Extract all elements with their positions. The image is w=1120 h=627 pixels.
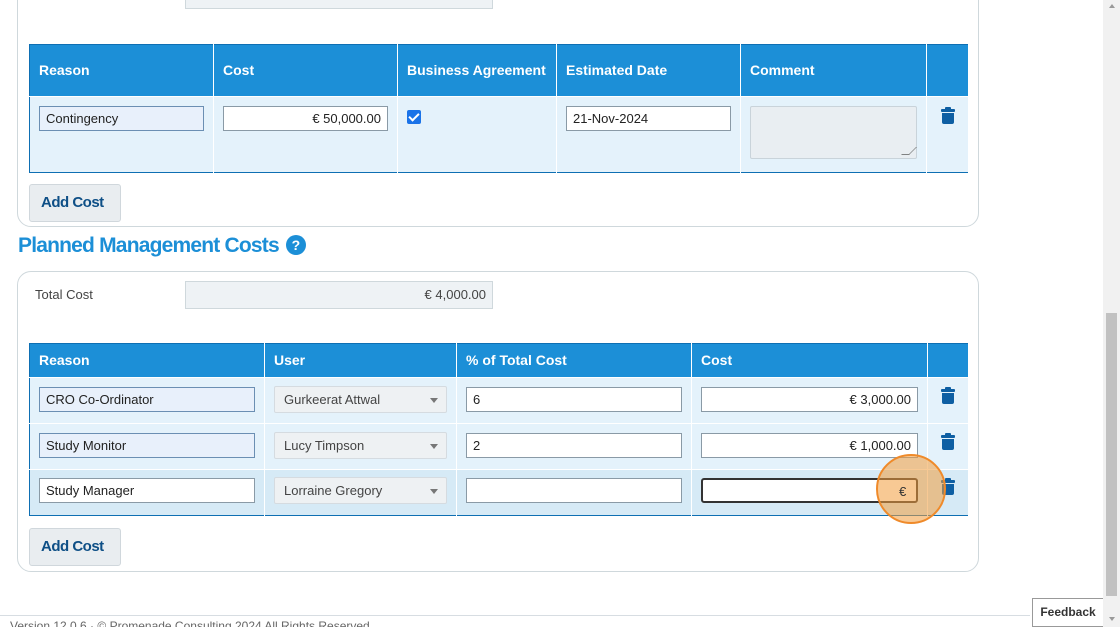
user-select[interactable]: Lorraine Gregory: [274, 477, 447, 504]
scrollbar[interactable]: [1103, 0, 1120, 627]
comment-textarea[interactable]: [750, 106, 917, 159]
add-cost-button[interactable]: Add Cost: [29, 528, 121, 566]
scroll-down-icon[interactable]: [1109, 617, 1115, 621]
table-row: CRO Co-Ordinator Gurkeerat Attwal 6 € 3,…: [30, 378, 969, 424]
footer-text: Version 12.0.6 · © Promenade Consulting …: [10, 619, 370, 627]
col-business-agreement: Business Agreement: [398, 45, 557, 97]
reason-input[interactable]: Contingency: [39, 106, 204, 131]
col-cost: Cost: [214, 45, 398, 97]
resize-grip-icon[interactable]: [901, 147, 917, 155]
user-select[interactable]: Gurkeerat Attwal: [274, 386, 447, 413]
management-costs-table: Reason User % of Total Cost Cost CRO Co-…: [29, 343, 969, 516]
cost-input[interactable]: € 3,000.00: [701, 387, 918, 412]
trash-icon[interactable]: [941, 388, 955, 404]
trash-icon[interactable]: [941, 108, 955, 124]
chevron-down-icon: [430, 444, 438, 449]
chevron-down-icon: [430, 398, 438, 403]
scrollbar-thumb[interactable]: [1106, 313, 1117, 596]
table-row: Contingency € 50,000.00 21-Nov-2024: [30, 97, 969, 173]
business-agreement-checkbox[interactable]: [407, 110, 421, 124]
trash-icon[interactable]: [941, 434, 955, 450]
table-row: Study Monitor Lucy Timpson 2 € 1,000.00: [30, 424, 969, 470]
percent-input[interactable]: 2: [466, 433, 682, 458]
reason-input[interactable]: Study Monitor: [39, 433, 255, 458]
scroll-up-icon[interactable]: [1109, 4, 1115, 8]
col-actions: [927, 45, 969, 97]
section-title: Planned Management Costs ?: [18, 234, 306, 258]
feedback-button[interactable]: Feedback: [1032, 598, 1104, 627]
cost-input-value: €: [899, 484, 906, 499]
user-select[interactable]: Lucy Timpson: [274, 432, 447, 459]
col-comment: Comment: [741, 45, 927, 97]
reason-input[interactable]: CRO Co-Ordinator: [39, 387, 255, 412]
chevron-down-icon: [430, 489, 438, 494]
add-cost-button[interactable]: Add Cost: [29, 184, 121, 222]
total-cost-value: € 4,000.00: [185, 281, 493, 309]
col-reason: Reason: [30, 45, 214, 97]
page-footer: Version 12.0.6 · © Promenade Consulting …: [0, 615, 1030, 627]
cost-input[interactable]: € 50,000.00: [223, 106, 388, 131]
estimated-date-input[interactable]: 21-Nov-2024: [566, 106, 731, 131]
direct-costs-table: Reason Cost Business Agreement Estimated…: [29, 44, 969, 173]
percent-input[interactable]: [466, 478, 682, 503]
col-actions: [928, 344, 969, 378]
cost-input[interactable]: € 1,000.00: [701, 433, 918, 458]
col-estimated-date: Estimated Date: [557, 45, 741, 97]
col-cost: Cost: [692, 344, 928, 378]
top-total-field-stub: [185, 0, 493, 9]
col-percent: % of Total Cost: [457, 344, 692, 378]
percent-input[interactable]: 6: [466, 387, 682, 412]
help-icon[interactable]: ?: [286, 235, 306, 255]
reason-input[interactable]: Study Manager: [39, 478, 255, 503]
col-reason: Reason: [30, 344, 265, 378]
click-indicator: [876, 454, 946, 524]
table-row: Study Manager Lorraine Gregory: [30, 470, 969, 516]
total-cost-label: Total Cost: [35, 287, 93, 302]
col-user: User: [265, 344, 457, 378]
